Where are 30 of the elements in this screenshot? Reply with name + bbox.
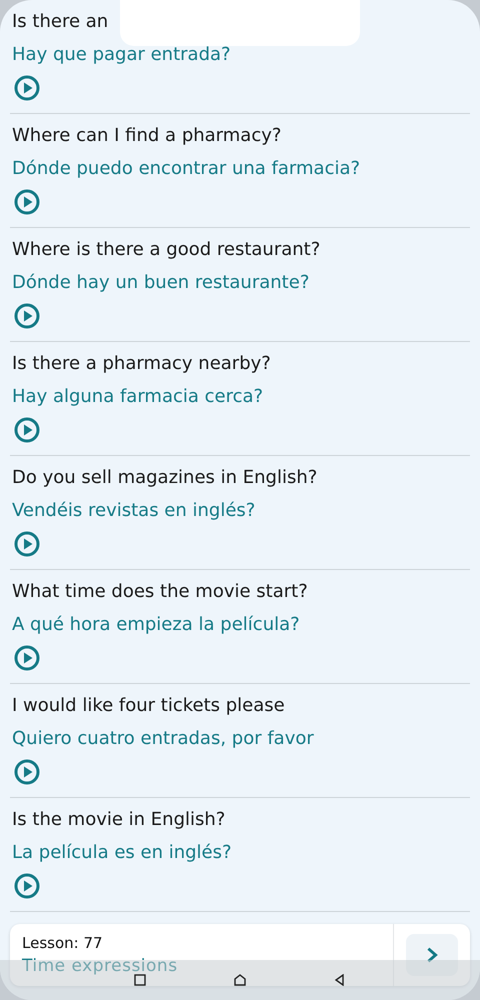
play-icon[interactable] [14, 531, 40, 557]
spanish-phrase: Hay que pagar entrada? [12, 43, 231, 67]
english-phrase: What time does the movie start? [12, 580, 308, 604]
back-icon[interactable] [334, 974, 346, 986]
play-icon[interactable] [14, 303, 40, 329]
play-icon[interactable] [14, 417, 40, 443]
play-icon[interactable] [14, 873, 40, 899]
spanish-phrase: La película es en inglés? [12, 841, 232, 865]
english-phrase: Is there a pharmacy nearby? [12, 352, 271, 376]
spanish-phrase: Hay alguna farmacia cerca? [12, 385, 264, 409]
english-phrase: Is there an [12, 10, 108, 34]
spanish-phrase: Vendéis revistas en inglés? [12, 499, 256, 523]
spanish-phrase: Dónde hay un buen restaurante? [12, 271, 310, 295]
spanish-phrase: Dónde puedo encontrar una farmacia? [12, 157, 360, 181]
spanish-phrase: Quiero cuatro entradas, por favor [12, 727, 314, 751]
home-icon[interactable] [234, 974, 246, 986]
english-phrase: I would like four tickets please [12, 694, 285, 718]
english-phrase: Is the movie in English? [12, 808, 226, 832]
spanish-phrase: A qué hora empieza la película? [12, 613, 300, 637]
english-phrase: Where is there a good restaurant? [12, 238, 320, 262]
play-icon[interactable] [14, 189, 40, 215]
english-phrase: Do you sell magazines in English? [12, 466, 318, 490]
next-button[interactable] [406, 934, 458, 976]
lesson-number: Lesson: 77 [22, 933, 104, 954]
play-icon[interactable] [14, 645, 40, 671]
english-phrase: Where can I find a pharmacy? [12, 124, 282, 148]
play-icon[interactable] [14, 75, 40, 101]
lesson-title: Time expressions [22, 955, 179, 978]
play-icon[interactable] [14, 759, 40, 785]
recents-icon[interactable] [134, 974, 146, 986]
